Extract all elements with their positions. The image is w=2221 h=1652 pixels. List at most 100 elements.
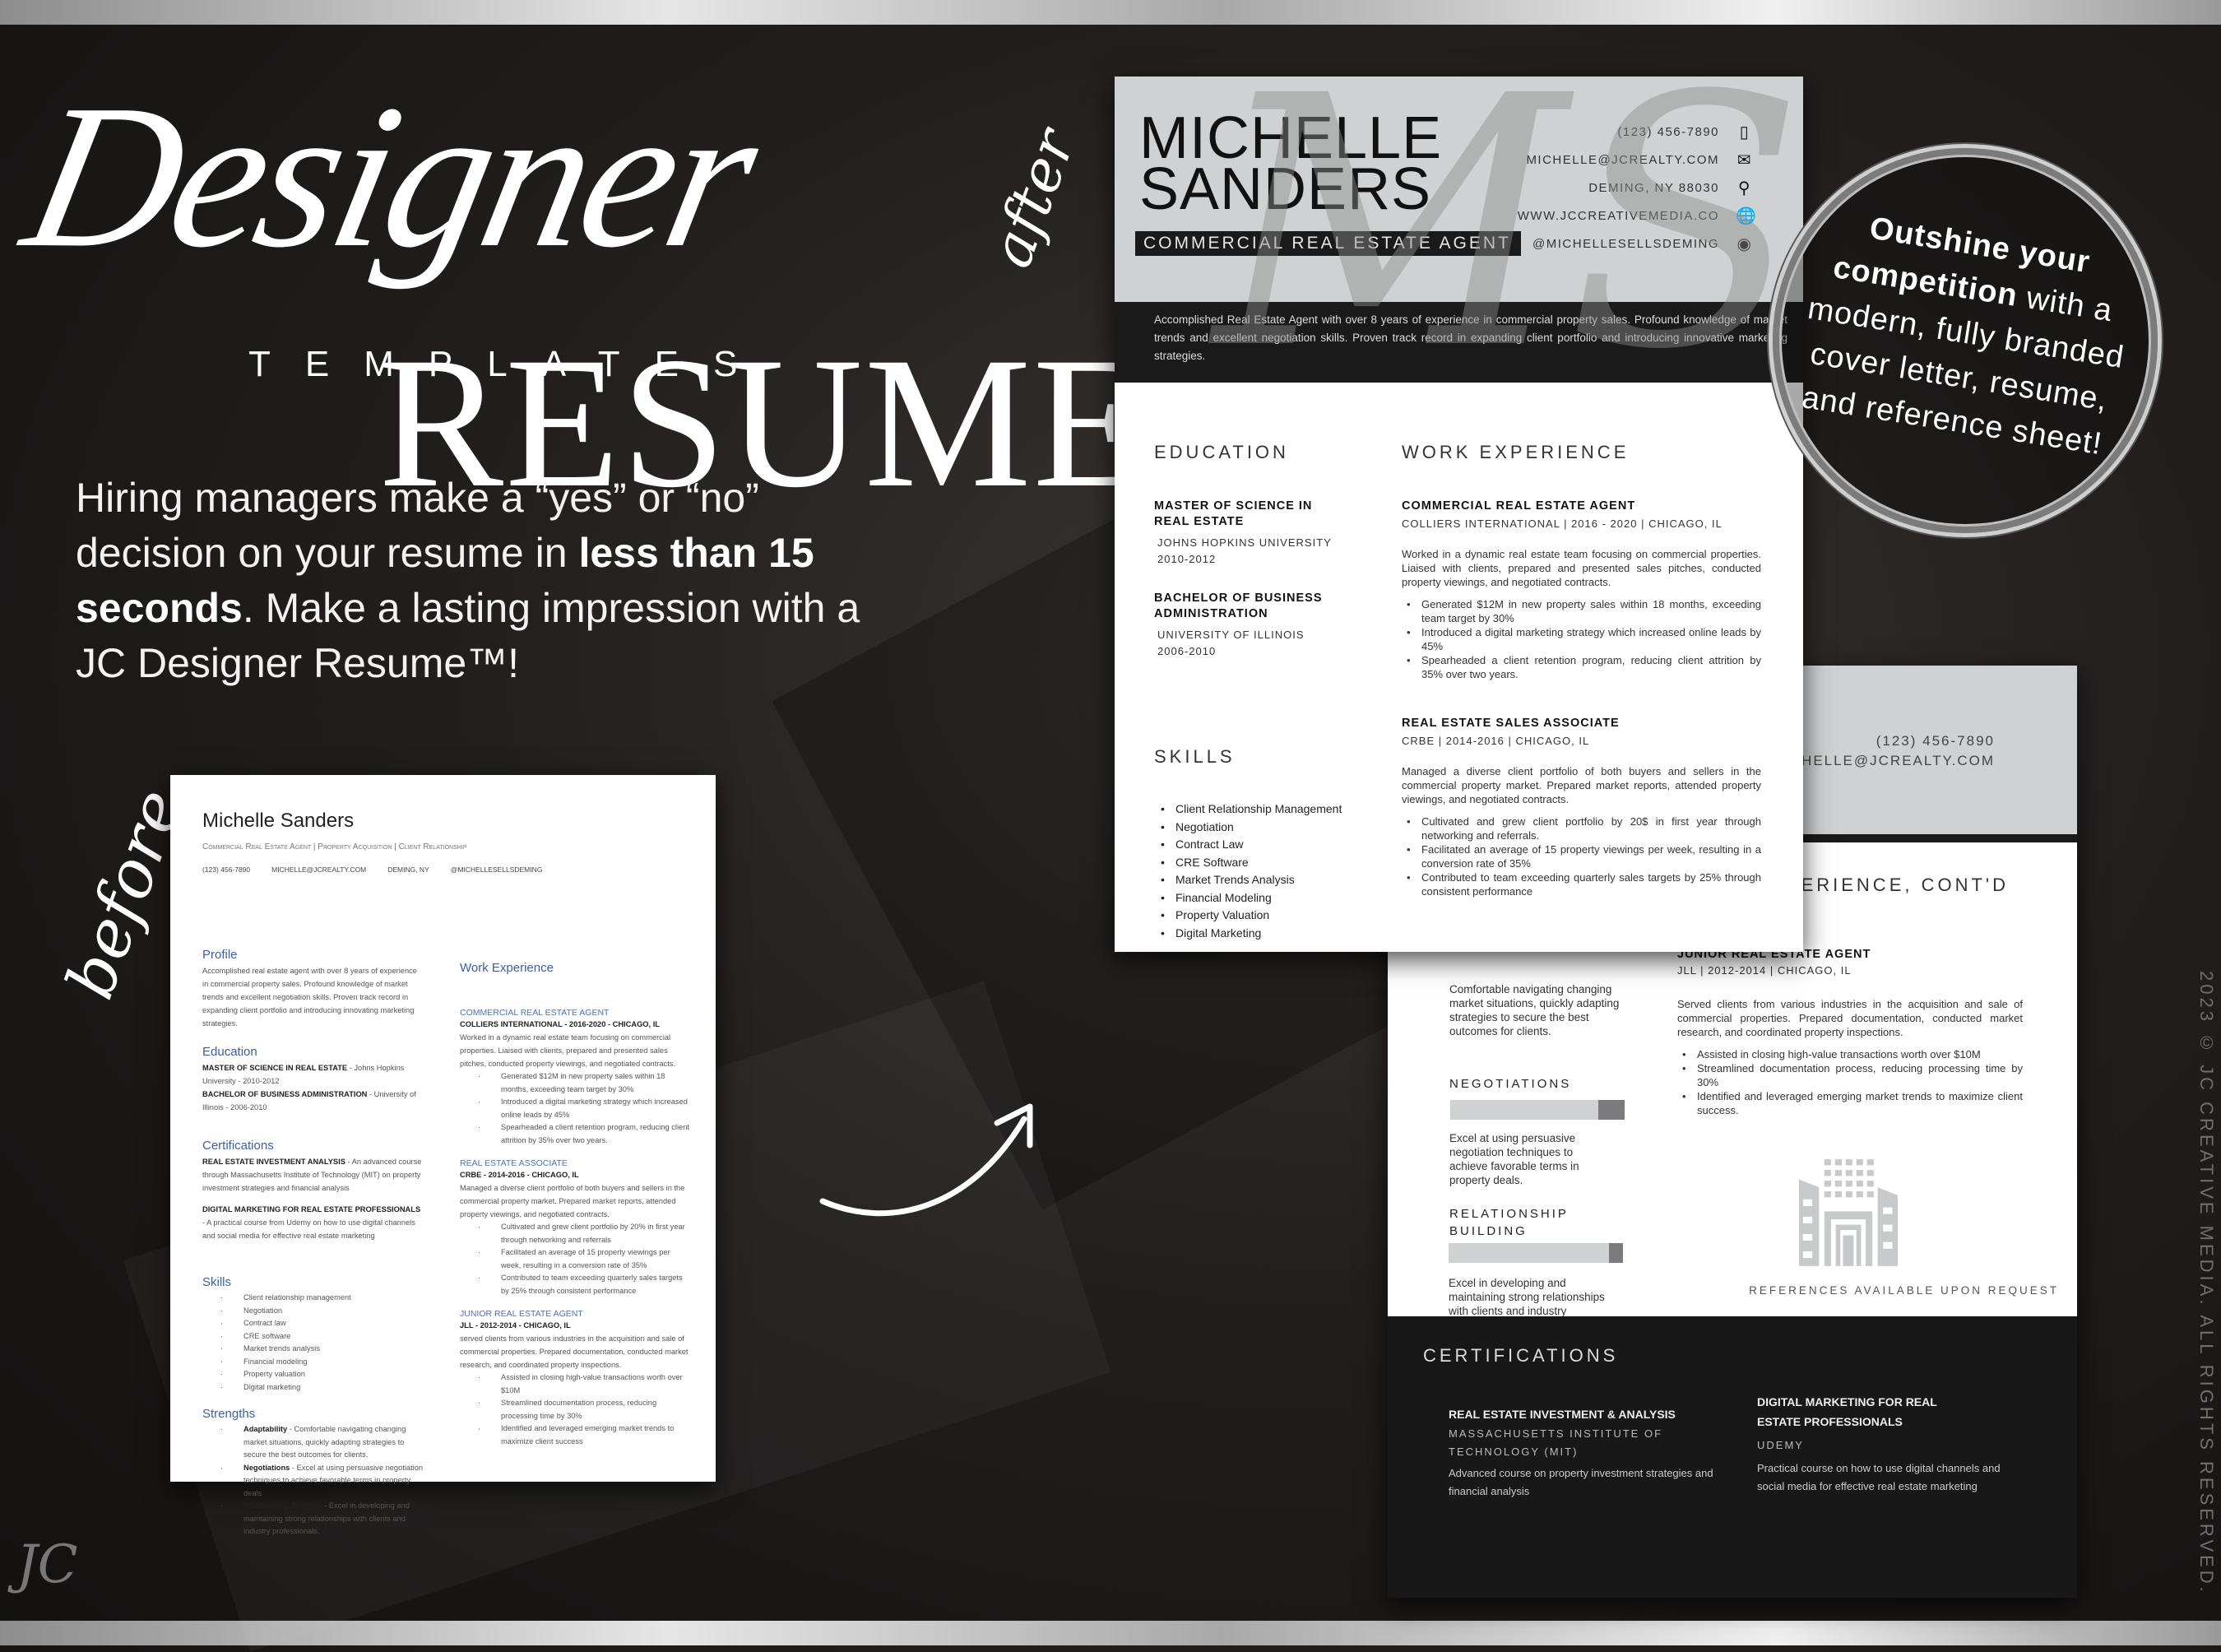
skill-item: Digital Marketing [1156,925,1345,943]
job-bullet: Generated $12M in new property sales wit… [1402,597,1761,625]
before-contact: @MICHELLESELLSDEMING [450,865,543,874]
certifications-heading: CERTIFICATIONS [1423,1345,1619,1366]
skill-item: Financial Modeling [1156,889,1345,907]
before-contacts: (123) 456-7890 MICHELLE@JCREALTY.COM DEMIN… [202,865,542,874]
before-skill: Financial modeling [220,1356,424,1369]
before-strengths-list: Adaptability - Comfortable navigating ch… [202,1423,424,1538]
before-job-title: JUNIOR REAL ESTATE AGENT [460,1309,583,1319]
before-resume-page: Michelle Sanders Commercial Real Estate … [170,775,716,1535]
after-resume-page: MICHELLE SANDERS COMMERCIAL REAL ESTATE A… [1115,52,1804,952]
skills-list: Client Relationship ManagementNegotiatio… [1156,800,1345,942]
job-bullet: Spearheaded a client retention program, … [1402,653,1761,681]
cert-title: DIGITAL MARKETING FOR REAL ESTATE PROFES… [1757,1395,1937,1428]
job-bullet: Contributed to team exceeding quarterly … [1402,870,1761,898]
level-bar-marker [1598,1100,1625,1120]
before-heading: Profile [202,948,238,962]
copyright-notice: 2023 © JC CREATIVE MEDIA. ALL RIGHTS RES… [2196,971,2217,1595]
contact-text: DEMING, NY 88030 [1588,180,1719,195]
job-bullets: Cultivated and grew client portfolio by … [1402,814,1761,898]
degree-name: BACHELOR OF BUSINESS ADMINISTRATION [1154,592,1323,620]
before-skill: Digital marketing [220,1381,424,1394]
before-skill: Contract law [220,1317,424,1330]
contact-text: (123) 456-7890 [1617,124,1719,139]
before-heading: Strengths [202,1407,256,1421]
job-item: REAL ESTATE SALES ASSOCIATE CRBE | 2014-2… [1402,716,1761,898]
before-job-bullets: Generated $12M in new property sales wit… [460,1070,690,1147]
summary-band: Accomplished Real Estate Agent with over… [1115,302,1803,383]
degree-name: MASTER OF SCIENCE IN REAL ESTATE [1154,499,1313,528]
before-subtitle: Commercial Real Estate Agent | Property … [202,842,467,852]
before-heading: Skills [202,1275,232,1289]
before-education: MASTER OF SCIENCE IN REAL ESTATE - Johns… [202,1061,424,1088]
work-heading: WORK EXPERIENCE [1402,442,1630,462]
strength-bold: Adaptability [243,1425,288,1433]
education-item: MASTER OF SCIENCE IN REAL ESTATE JOHNS HO… [1154,499,1352,568]
after-label: after [976,120,1089,276]
before-skill: Market trends analysis [220,1343,424,1356]
skill-item: Contract Law [1156,836,1345,854]
before-education-list: MASTER OF SCIENCE IN REAL ESTATE - Johns… [202,1061,424,1114]
user-circle-icon: ◉ [1736,234,1753,253]
before-right-column: Work Experience COMMERCIAL REAL ESTATE A… [460,961,690,1448]
before-job-bullet: Contributed to team exceeding quarterly … [478,1272,690,1297]
contact-item: @MICHELLESELLSDEMING ◉ [1518,230,1754,258]
before-job-meta: JLL - 2012-2014 - CHICAGO, IL [460,1321,571,1329]
before-strength: Negotiations - Excel at using persuasive… [220,1462,424,1501]
before-heading: Work Experience [460,961,554,975]
before-job-bullet: Streamlined documentation process, reduc… [478,1397,690,1422]
promo-badge: Outshine your competition with a modern,… [1769,144,2162,537]
page-two-email: MICHELLE@JCREALTY.COM [1770,753,1995,768]
strength-bold: Relationship Building [243,1501,322,1510]
strength-bold: Negotiations [243,1463,290,1472]
before-skill: Property valuation [220,1368,424,1381]
contact-text: WWW.JCCREATIVEMEDIA.CO [1517,208,1719,223]
before-profile: Accomplished real estate agent with over… [202,967,417,1028]
contact-item: WWW.JCCREATIVEMEDIA.CO 🌐 [1517,202,1758,230]
before-contact: MICHELLE@JCREALTY.COM [271,865,367,874]
cert-desc: Advanced course on property investment s… [1449,1467,1713,1497]
before-job-bullets: Cultivated and grew client portfolio by … [460,1221,690,1297]
before-strength: Adaptability - Comfortable navigating ch… [220,1423,424,1462]
phone-icon: ▯ [1739,123,1750,142]
before-heading: Certifications [202,1139,274,1153]
before-skill: CRE software [220,1330,424,1343]
building-icon [1799,1159,1898,1266]
job-bullet: Introduced a digital marketing strategy … [1402,625,1761,653]
contact-list: (123) 456-7890 ▯ MICHELLE@JCREALTY.COM ✉ DEM… [1517,118,1758,258]
before-heading: Education [202,1045,257,1059]
job-meta: CRBE | 2014-2016 | CHICAGO, IL [1402,735,1590,747]
jc-logo: JC [16,1534,78,1595]
before-job-bullet: Facilitated an average of 15 property vi… [478,1246,690,1272]
before-skill: Negotiation [220,1305,424,1318]
job-title: REAL ESTATE SALES ASSOCIATE [1402,717,1620,730]
page-two-phone: (123) 456-7890 [1876,733,1995,749]
before-contact: DEMING, NY [387,865,429,874]
contact-item: MICHELLE@JCREALTY.COM ✉ [1518,146,1754,174]
references-note: REFERENCES AVAILABLE UPON REQUEST [1749,1284,2059,1297]
education-years: 2006-2010 [1157,645,1217,657]
job-bullet: Identified and leveraged emerging market… [1677,1089,2023,1117]
globe-icon: 🌐 [1736,206,1758,225]
school-name: JOHNS HOPKINS UNIVERSITY [1157,536,1332,549]
before-cert-text: - A practical course from Udemy on how t… [202,1218,415,1240]
hero-pitch: Hiring managers make a “yes” or “no” dec… [76,471,915,691]
before-contact: (123) 456-7890 [202,865,251,874]
skill-item: Property Valuation [1156,907,1345,925]
before-cert: DIGITAL MARKETING FOR REAL ESTATE PROFES… [202,1203,424,1242]
envelope-icon: ✉ [1736,151,1753,169]
contact-item: DEMING, NY 88030 ⚲ [1518,174,1754,202]
cert-org: MASSACHUSETTS INSTITUTE OF TECHNOLOGY (M… [1449,1427,1663,1458]
hero-script-title: Designer [8,63,772,290]
jobs-list: COMMERCIAL REAL ESTATE AGENT COLLIERS INT… [1402,499,1761,898]
before-job-desc: Managed a diverse client portfolio of bo… [460,1184,685,1218]
before-education: BACHELOR OF BUSINESS ADMINISTRATION - Un… [202,1088,424,1114]
education-item: BACHELOR OF BUSINESS ADMINISTRATION UNIVE… [1154,591,1352,660]
job-bullet: Cultivated and grew client portfolio by … [1402,814,1761,842]
before-cert-bold: REAL ESTATE INVESTMENT ANALYSIS [202,1158,345,1166]
before-job-meta: CRBE - 2014-2016 - CHICAGO, IL [460,1171,579,1179]
top-silver-bar [0,0,2221,25]
strength-name: RELATIONSHIP BUILDING [1449,1207,1569,1238]
strength-desc: Excel at using persuasive negotiation te… [1449,1132,1579,1186]
before-jobs-list: COMMERCIAL REAL ESTATE AGENT COLLIERS INT… [460,1008,690,1448]
job-desc: Managed a diverse client portfolio of bo… [1402,765,1761,805]
